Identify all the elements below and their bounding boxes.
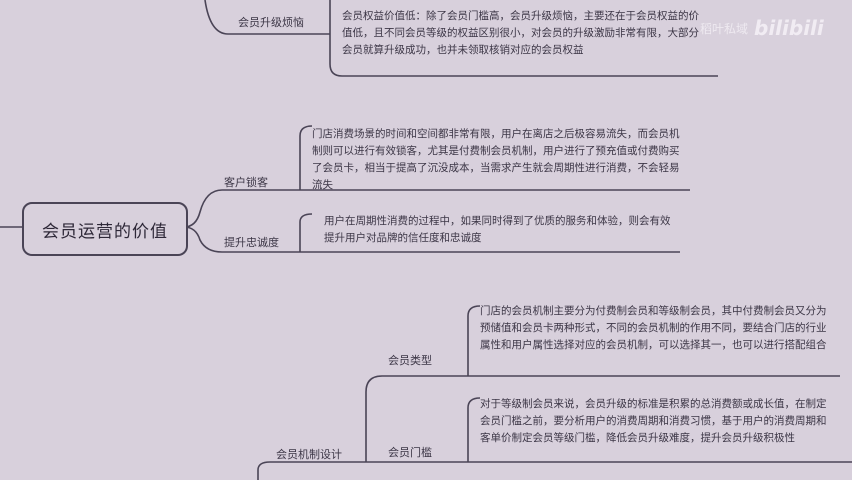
lock-text-bracket	[299, 125, 313, 190]
branch-customer-lock: 客户锁客	[224, 176, 268, 189]
loyalty-text: 用户在周期性消费的过程中，如果同时得到了优质的服务和体验，则会有效提升用户对品牌…	[324, 215, 671, 244]
channel-watermark: 稻叶私域	[700, 22, 749, 36]
branch-member-type: 会员类型	[388, 354, 432, 367]
customer-lock-text: 门店消费场景的时间和空间都非常有限，用户在离店之后极容易流失，而会员机制则可以进…	[312, 128, 680, 191]
loyalty-text-bracket	[299, 213, 313, 252]
branch-upgrade-trouble: 会员升级烦恼	[238, 16, 304, 29]
root-to-lock-link	[183, 189, 300, 228]
type-text-bracket	[467, 305, 481, 376]
root-node[interactable]: 会员运营的价值	[22, 202, 188, 256]
upgrade-trouble-text: 会员权益价值低：除了会员门槛高，会员升级烦恼，主要还在于会员权益的价值低，且不同…	[342, 10, 699, 56]
bilibili-watermark-logo: bilibili	[754, 16, 824, 40]
root-label: 会员运营的价值	[42, 221, 168, 242]
mechanism-stem	[257, 461, 366, 480]
member-type-text: 门店的会员机制主要分为付费制会员和等级制会员，其中付费制会员又分为预储值和会员卡…	[480, 305, 827, 351]
branch-member-threshold: 会员门槛	[388, 446, 432, 459]
threshold-text-bracket	[467, 397, 481, 462]
branch-mechanism-design: 会员机制设计	[276, 448, 342, 461]
member-threshold-text: 对于等级制会员来说，会员升级的标准是积累的总消费额或成长值，在制定会员门槛之前，…	[480, 398, 827, 444]
branch-loyalty: 提升忠诚度	[224, 236, 279, 249]
